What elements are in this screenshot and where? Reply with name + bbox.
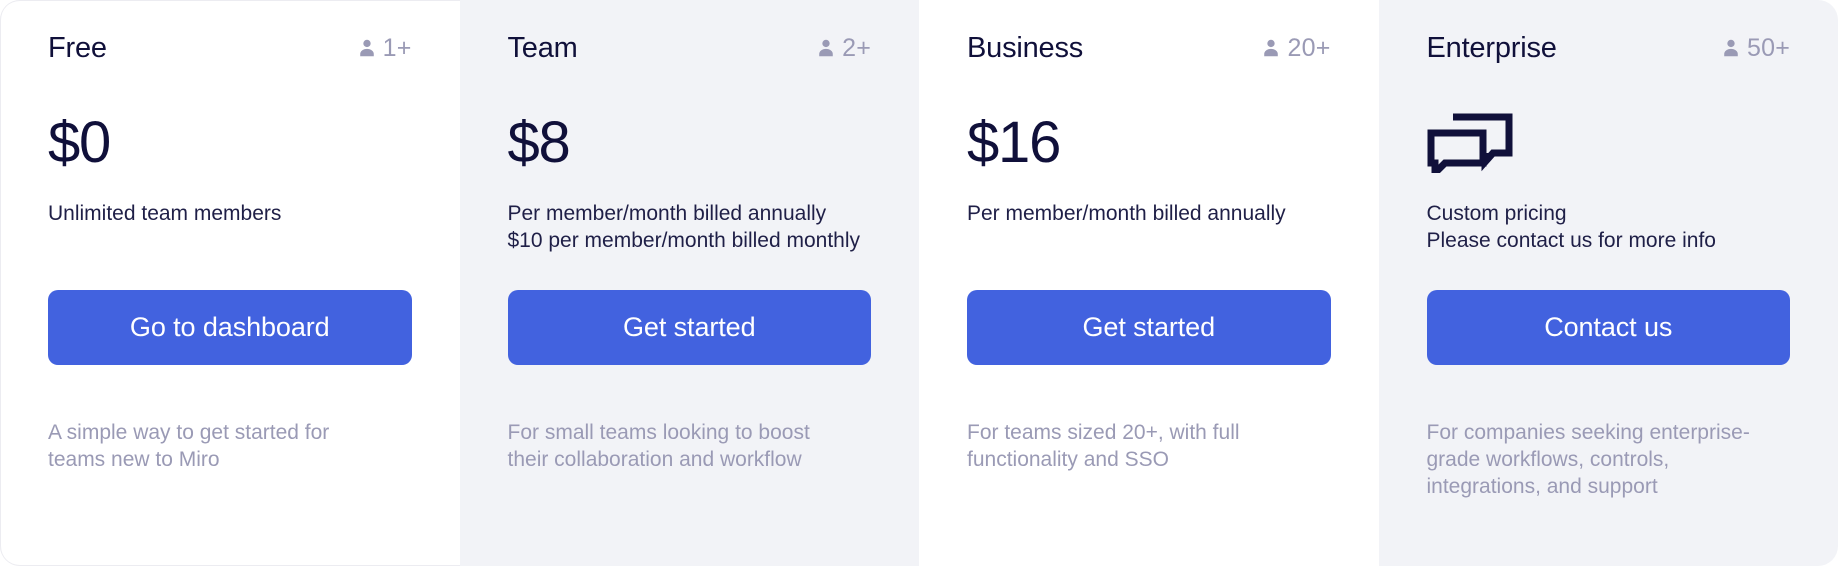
person-icon xyxy=(1720,37,1742,59)
plan-card-free: Free 1+ $0 Unlimited team members Go to dash… xyxy=(0,0,460,566)
person-icon xyxy=(1260,37,1282,59)
chat-bubbles-icon xyxy=(1427,113,1513,173)
plan-name: Team xyxy=(507,32,578,64)
billing-line: Custom pricing xyxy=(1426,202,1567,225)
seat-count: 2+ xyxy=(815,33,871,63)
person-icon xyxy=(356,37,378,59)
billing-details: Unlimited team members xyxy=(48,200,412,264)
cta-button-business[interactable]: Get started xyxy=(967,290,1331,365)
plan-price: $0 xyxy=(48,110,111,175)
plan-price: $8 xyxy=(507,110,571,175)
billing-details: Per member/month billed annually xyxy=(967,200,1331,264)
plan-price: $16 xyxy=(967,110,1061,175)
plan-blurb: For teams sized 20+, with full functiona… xyxy=(967,421,1240,471)
seat-count-label: 1+ xyxy=(382,34,412,62)
billing-line: Per member/month billed annually xyxy=(507,202,827,225)
seat-count-label: 50+ xyxy=(1746,34,1790,62)
plan-blurb: For companies seeking enterprise-grade w… xyxy=(1426,421,1750,498)
seat-count: 1+ xyxy=(356,33,412,63)
plan-card-team: Team 2+ $8 Per member/month billed annually… xyxy=(459,0,919,566)
billing-details: Per member/month billed annually $10 per … xyxy=(508,200,872,264)
billing-line: $10 per member/month billed monthly xyxy=(507,229,861,252)
plan-card-enterprise: Enterprise 50+ Custom pricing Please contac… xyxy=(1378,0,1838,566)
plan-name: Enterprise xyxy=(1426,32,1557,64)
plan-name: Free xyxy=(48,32,107,64)
plan-header-team: Team 2+ xyxy=(508,30,872,66)
cta-button-enterprise[interactable]: Contact us xyxy=(1426,290,1790,365)
plan-name: Business xyxy=(967,32,1084,64)
price-slot: $16 xyxy=(967,100,1331,186)
cta-slot: Go to dashboard xyxy=(48,290,412,365)
person-icon xyxy=(815,37,837,59)
price-slot xyxy=(1427,100,1791,186)
seat-count-label: 2+ xyxy=(842,34,871,62)
price-slot: $0 xyxy=(48,100,412,186)
plan-blurb: A simple way to get started for teams ne… xyxy=(48,421,330,471)
cta-slot: Get started xyxy=(967,290,1331,365)
plan-header-free: Free 1+ xyxy=(48,30,412,66)
seat-count: 20+ xyxy=(1260,33,1330,63)
billing-line: Per member/month billed annually xyxy=(967,202,1286,225)
cta-slot: Contact us xyxy=(1426,290,1790,365)
seat-count: 50+ xyxy=(1720,33,1790,63)
billing-line: Please contact us for more info xyxy=(1426,229,1716,252)
cta-button-team[interactable]: Get started xyxy=(507,290,871,365)
plan-blurb: For small teams looking to boost their c… xyxy=(507,421,810,471)
pricing-plans-row: Free 1+ $0 Unlimited team members Go to dash… xyxy=(0,0,1838,566)
price-slot: $8 xyxy=(508,100,872,186)
billing-details: Custom pricing Please contact us for more… xyxy=(1427,200,1791,264)
seat-count-label: 20+ xyxy=(1287,34,1331,62)
cta-slot: Get started xyxy=(507,290,871,365)
cta-button-free[interactable]: Go to dashboard xyxy=(48,290,412,365)
plan-header-business: Business 20+ xyxy=(967,30,1331,66)
plan-header-enterprise: Enterprise 50+ xyxy=(1427,30,1791,66)
plan-card-business: Business 20+ $16 Per member/month billed an… xyxy=(919,0,1379,566)
billing-line: Unlimited team members xyxy=(48,202,282,225)
